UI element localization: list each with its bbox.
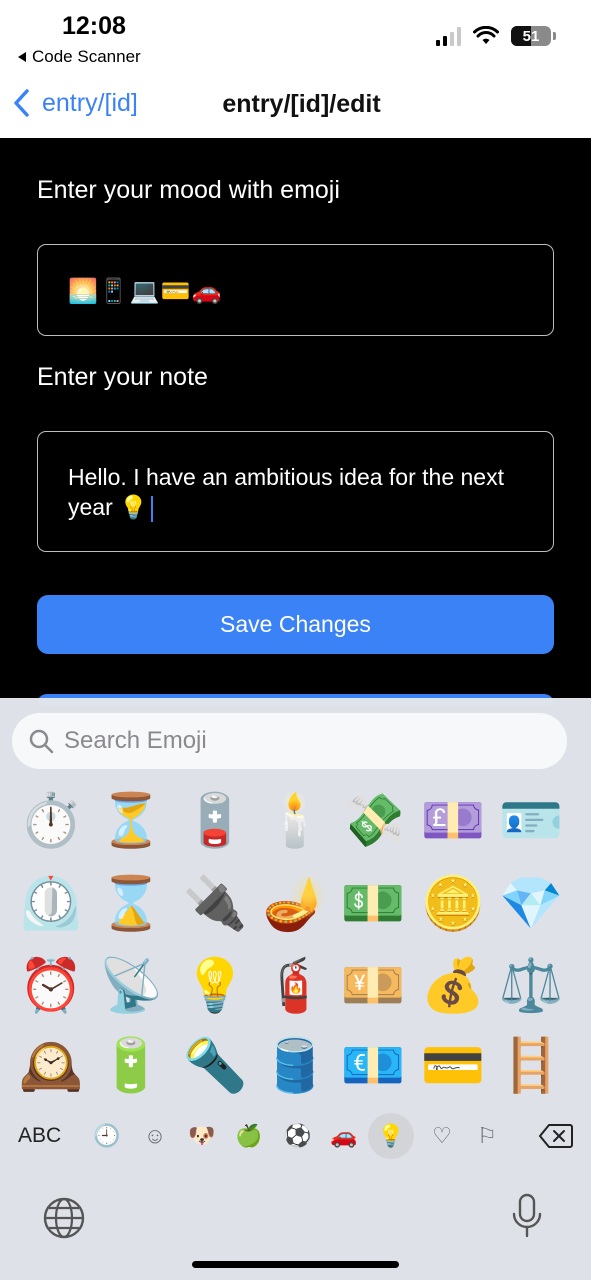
microphone-icon[interactable] <box>510 1192 544 1240</box>
note-input[interactable]: Hello. I have an ambitious idea for the … <box>37 431 554 552</box>
emoji-grid: ⏱️ ⏳ 🪫 🕯️ 💸 💷 🪪 ⏲️ ⌛ 🔌 🪔 💵 🪙 💎 ⏰ 📡 💡 🧯 💴 💰 ⚖️ 🕰️ 🔋 🔦 🛢️ 💶 💳 🪜 <box>0 790 591 1100</box>
text-caret <box>150 495 153 522</box>
emoji-key[interactable]: 🕰️ <box>19 1035 84 1097</box>
battery-icon: 51 <box>511 26 556 46</box>
emoji-key[interactable]: 🧯 <box>263 955 328 1017</box>
mood-label: Enter your mood with emoji <box>37 176 340 204</box>
back-to-app-link[interactable]: Code Scanner <box>18 47 141 67</box>
save-changes-button[interactable]: Save Changes <box>37 595 554 654</box>
emoji-key[interactable]: ⚖️ <box>499 955 564 1017</box>
category-animal-icon[interactable]: 🐶 <box>185 1116 219 1156</box>
category-clock-icon[interactable]: 🕘 <box>90 1116 124 1156</box>
note-label: Enter your note <box>37 363 208 391</box>
emoji-key[interactable]: 💴 <box>341 955 406 1017</box>
emoji-key[interactable]: 💰 <box>421 955 486 1017</box>
emoji-key[interactable]: 💸 <box>341 790 406 852</box>
emoji-key[interactable]: 🪜 <box>499 1035 564 1097</box>
status-time: 12:08 <box>62 12 126 40</box>
back-triangle-icon <box>18 52 26 62</box>
emoji-key[interactable]: 📡 <box>99 955 164 1017</box>
category-symbols-icon[interactable]: ♡ <box>425 1116 459 1156</box>
cellular-signal-icon <box>436 26 461 46</box>
emoji-key[interactable]: 🔌 <box>183 873 248 935</box>
globe-icon[interactable] <box>42 1196 86 1240</box>
delete-key-icon[interactable] <box>538 1122 574 1150</box>
emoji-key[interactable]: ⏳ <box>99 790 164 852</box>
emoji-key[interactable]: 💵 <box>341 873 406 935</box>
emoji-key[interactable]: 💳 <box>421 1035 486 1097</box>
emoji-key[interactable]: 🪫 <box>183 790 248 852</box>
emoji-key[interactable]: 🔦 <box>183 1035 248 1097</box>
note-value: Hello. I have an ambitious idea for the … <box>68 464 504 520</box>
emoji-category-bar: ABC 🕘 ☺ 🐶 🍏 ⚽ 🚗 💡 ♡ ⚐ <box>0 1113 591 1159</box>
page-title: entry/[id]/edit <box>222 90 381 118</box>
emoji-key[interactable]: ⏰ <box>19 955 84 1017</box>
emoji-keyboard: Search Emoji ⏱️ ⏳ 🪫 🕯️ 💸 💷 🪪 ⏲️ ⌛ 🔌 🪔 💵 🪙 💎 ⏰ 📡 💡 🧯 💴 💰 ⚖️ 🕰️… <box>0 698 591 1280</box>
abc-key[interactable]: ABC <box>18 1116 61 1156</box>
wifi-icon <box>473 26 499 44</box>
mood-emoji-input[interactable]: 🌅📱💻💳🚗 <box>37 244 554 336</box>
mood-emoji-value: 🌅📱💻💳🚗 <box>68 278 223 305</box>
status-indicators: 51 <box>436 26 556 46</box>
emoji-key[interactable]: 🔋 <box>99 1035 164 1097</box>
category-flags-icon[interactable]: ⚐ <box>470 1116 504 1156</box>
home-indicator <box>192 1261 399 1268</box>
emoji-search-field[interactable]: Search Emoji <box>12 713 567 769</box>
emoji-key[interactable]: 🪔 <box>263 873 328 935</box>
emoji-key[interactable]: ⌛ <box>99 873 164 935</box>
emoji-key[interactable]: 💷 <box>421 790 486 852</box>
top-header: 12:08 Code Scanner 51 entry/[id] entry/[… <box>0 0 591 138</box>
category-smiley-icon[interactable]: ☺ <box>138 1116 172 1156</box>
category-food-icon[interactable]: 🍏 <box>232 1116 266 1156</box>
emoji-key[interactable]: ⏲️ <box>19 873 84 935</box>
emoji-key[interactable]: 💎 <box>499 873 564 935</box>
emoji-key[interactable]: 🕯️ <box>263 790 328 852</box>
category-travel-icon[interactable]: 🚗 <box>327 1116 361 1156</box>
category-objects-icon[interactable]: 💡 <box>368 1113 414 1159</box>
emoji-key[interactable]: 🪪 <box>499 790 564 852</box>
emoji-key[interactable]: 🪙 <box>421 873 486 935</box>
back-app-label: Code Scanner <box>32 47 141 66</box>
emoji-key[interactable]: ⏱️ <box>19 790 84 852</box>
emoji-search-placeholder: Search Emoji <box>64 727 207 754</box>
emoji-key[interactable]: 💡 <box>183 955 248 1017</box>
search-icon <box>29 729 54 754</box>
emoji-key[interactable]: 🛢️ <box>263 1035 328 1097</box>
category-activity-icon[interactable]: ⚽ <box>281 1116 315 1156</box>
emoji-key[interactable]: 💶 <box>341 1035 406 1097</box>
battery-level: 51 <box>522 27 540 45</box>
